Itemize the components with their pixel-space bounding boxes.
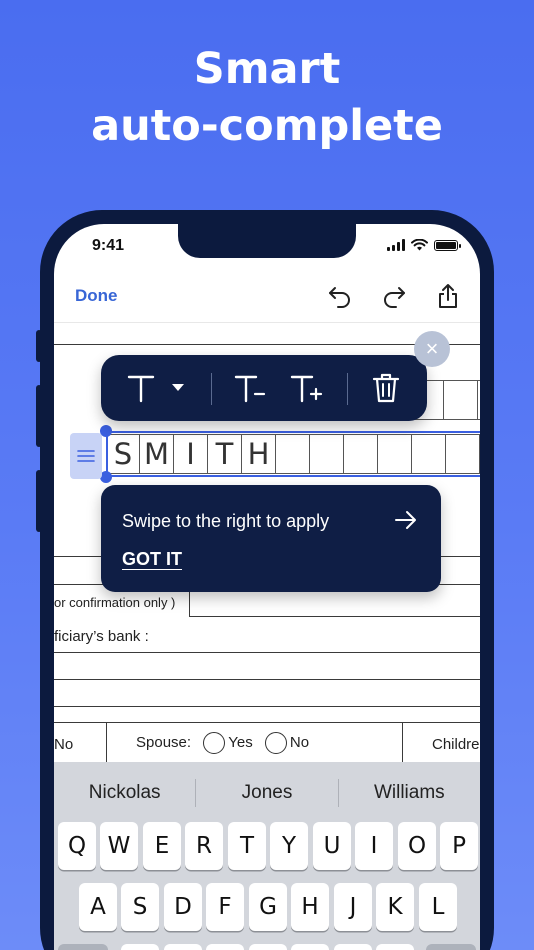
phone-volume-down — [36, 470, 42, 532]
key[interactable]: H — [291, 883, 329, 931]
form-line — [106, 722, 107, 762]
no-radio[interactable] — [264, 732, 287, 754]
form-line — [54, 679, 480, 680]
key[interactable]: T — [228, 822, 266, 870]
signal-icon — [387, 239, 405, 251]
selection-outline — [106, 431, 480, 477]
key[interactable]: Y — [270, 822, 308, 870]
keyboard: Nickolas Jones Williams Q W E R T Y U I … — [54, 762, 480, 950]
yes-radio[interactable] — [203, 732, 226, 754]
key[interactable]: W — [100, 822, 138, 870]
key[interactable] — [291, 944, 329, 950]
form-line — [54, 706, 480, 707]
redo-icon[interactable] — [380, 282, 408, 310]
swipe-tooltip: Swipe to the right to apply GOT IT — [101, 485, 441, 592]
key[interactable]: J — [334, 883, 372, 931]
key[interactable]: Q — [58, 822, 96, 870]
close-icon[interactable]: × — [414, 331, 450, 367]
key[interactable] — [249, 944, 287, 950]
key[interactable]: S — [121, 883, 159, 931]
key[interactable] — [376, 944, 414, 950]
share-icon[interactable] — [434, 282, 462, 310]
status-icons — [387, 239, 461, 251]
menu-lines-icon — [77, 450, 95, 462]
form-line — [189, 616, 480, 617]
battery-icon — [434, 239, 461, 251]
status-time: 9:41 — [92, 237, 125, 254]
bank-label: ficiary’s bank : — [54, 628, 149, 645]
key[interactable]: E — [143, 822, 181, 870]
key[interactable] — [334, 944, 372, 950]
key[interactable]: L — [419, 883, 457, 931]
spouse-label: Spouse: — [136, 733, 192, 751]
toolbar-divider — [347, 373, 348, 405]
confirmation-text: or confirmation only ) — [54, 595, 176, 610]
key[interactable]: G — [249, 883, 287, 931]
nav-bar: Done — [54, 274, 480, 320]
got-it-button[interactable]: GOT IT — [122, 549, 182, 570]
char-cell[interactable] — [478, 380, 480, 420]
no-label: No — [54, 736, 74, 753]
nav-divider — [54, 322, 480, 323]
key[interactable]: F — [206, 883, 244, 931]
decrease-text-size-icon[interactable] — [233, 372, 267, 404]
key[interactable]: P — [440, 822, 478, 870]
suggestion-item[interactable]: Williams — [339, 782, 480, 804]
char-cell[interactable] — [444, 380, 478, 420]
spouse-row: Spouse: Yes No — [136, 732, 309, 754]
undo-icon[interactable] — [326, 282, 354, 310]
text-toolbar — [101, 355, 427, 421]
key[interactable]: A — [79, 883, 117, 931]
done-button[interactable]: Done — [75, 286, 118, 306]
form-line — [402, 722, 403, 762]
key[interactable] — [164, 944, 202, 950]
form-line — [54, 652, 480, 653]
phone-notch — [178, 224, 356, 258]
suggestion-item[interactable]: Nickolas — [54, 782, 195, 804]
phone-side-button — [36, 330, 42, 362]
wifi-icon — [411, 239, 428, 251]
backspace-key[interactable] — [426, 944, 476, 950]
headline-line-1: Smart — [193, 44, 341, 94]
form-line — [54, 722, 480, 723]
text-font-icon[interactable] — [125, 372, 157, 404]
key[interactable]: I — [355, 822, 393, 870]
children-label: Childre — [432, 736, 480, 753]
yes-label: Yes — [228, 733, 253, 751]
phone-volume-up — [36, 385, 42, 447]
key[interactable]: O — [398, 822, 436, 870]
no2-label: No — [289, 733, 310, 751]
key[interactable] — [121, 944, 159, 950]
shift-key[interactable] — [58, 944, 108, 950]
arrow-right-icon — [395, 511, 416, 529]
suggestion-item[interactable]: Jones — [196, 782, 337, 804]
key[interactable]: D — [164, 883, 202, 931]
increase-text-size-icon[interactable] — [289, 372, 325, 404]
tooltip-message: Swipe to the right to apply — [122, 511, 330, 531]
key[interactable]: U — [313, 822, 351, 870]
suggestion-bar: Nickolas Jones Williams — [54, 762, 480, 824]
key[interactable] — [206, 944, 244, 950]
toolbar-divider — [211, 373, 212, 405]
phone-screen: 9:41 Done or confirmation only ) ficiary… — [54, 224, 480, 950]
headline-line-2: auto-complete — [91, 101, 443, 151]
drag-handle[interactable] — [70, 433, 102, 479]
trash-icon[interactable] — [371, 372, 401, 404]
chevron-down-icon[interactable] — [171, 383, 185, 393]
key[interactable]: R — [185, 822, 223, 870]
key[interactable]: K — [376, 883, 414, 931]
